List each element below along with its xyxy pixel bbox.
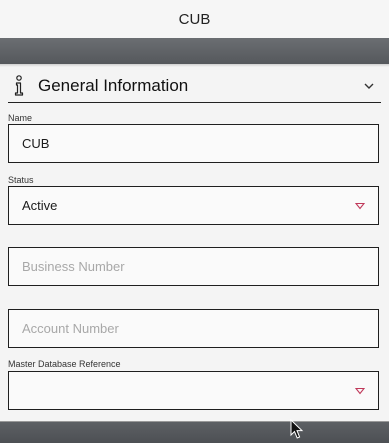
window-title: CUB bbox=[178, 10, 211, 28]
name-value: CUB bbox=[22, 136, 50, 151]
section-title: General Information bbox=[38, 76, 189, 95]
toolbar-band bbox=[0, 38, 389, 64]
status-label: Status bbox=[8, 175, 34, 185]
info-icon bbox=[14, 75, 24, 96]
mouse-pointer-icon bbox=[290, 419, 304, 439]
chevron-down-icon[interactable] bbox=[363, 80, 375, 92]
master-database-reference-label: Master Database Reference bbox=[8, 359, 121, 369]
window-title-bar: CUB bbox=[0, 0, 389, 38]
panel-shadow bbox=[0, 64, 389, 67]
app-page: CUB General Information Name CUB Status … bbox=[0, 0, 389, 443]
status-value: Active bbox=[22, 198, 58, 213]
dropdown-caret-icon bbox=[355, 202, 365, 209]
account-number-placeholder: Account Number bbox=[22, 321, 119, 336]
name-field[interactable]: CUB bbox=[8, 124, 379, 163]
dropdown-caret-icon bbox=[355, 387, 365, 394]
bottom-band bbox=[0, 421, 389, 443]
master-database-reference-select[interactable] bbox=[8, 371, 379, 410]
business-number-field[interactable]: Business Number bbox=[8, 247, 379, 286]
status-select[interactable]: Active bbox=[8, 186, 379, 225]
account-number-field[interactable]: Account Number bbox=[8, 309, 379, 348]
name-label: Name bbox=[8, 113, 33, 123]
general-information-header[interactable]: General Information bbox=[8, 70, 381, 103]
business-number-placeholder: Business Number bbox=[22, 259, 125, 274]
